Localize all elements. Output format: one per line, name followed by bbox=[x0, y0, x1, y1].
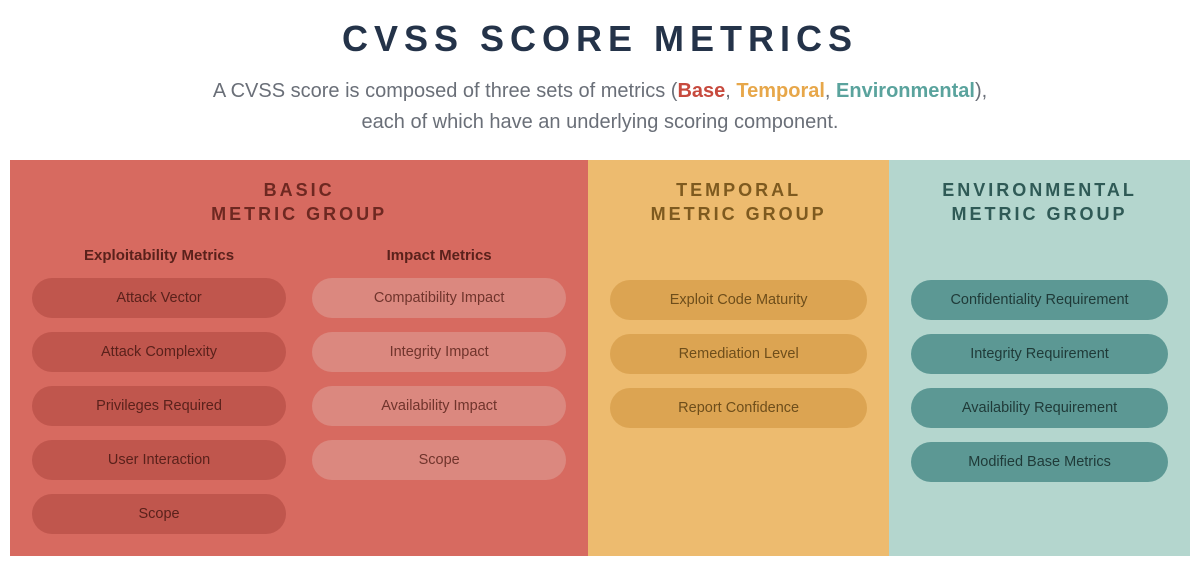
pill-remediation-level: Remediation Level bbox=[610, 334, 867, 374]
panel-environmental-heading-line1: ENVIRONMENTAL bbox=[942, 180, 1137, 200]
panel-temporal-heading-line1: TEMPORAL bbox=[676, 180, 801, 200]
panel-environmental-heading: ENVIRONMENTAL METRIC GROUP bbox=[911, 178, 1168, 227]
subtitle-post1: ), bbox=[975, 80, 987, 102]
panel-temporal-heading: TEMPORAL METRIC GROUP bbox=[610, 178, 867, 227]
subtitle-sep2: , bbox=[825, 80, 836, 102]
panel-basic-heading-line2: METRIC GROUP bbox=[211, 204, 387, 224]
pill-user-interaction: User Interaction bbox=[32, 440, 286, 480]
pill-modified-base-metrics: Modified Base Metrics bbox=[911, 442, 1168, 482]
subtitle-sep1: , bbox=[725, 80, 736, 102]
subtitle-word-temporal: Temporal bbox=[736, 80, 825, 102]
basic-col-impact: Impact Metrics Compatibility Impact Inte… bbox=[312, 247, 566, 534]
pill-exploit-code-maturity: Exploit Code Maturity bbox=[610, 280, 867, 320]
panel-basic-heading-line1: BASIC bbox=[264, 180, 335, 200]
pill-confidentiality-requirement: Confidentiality Requirement bbox=[911, 280, 1168, 320]
subtitle-word-environmental: Environmental bbox=[836, 80, 975, 102]
panel-temporal: TEMPORAL METRIC GROUP Exploit Code Matur… bbox=[588, 160, 889, 556]
panels-row: BASIC METRIC GROUP Exploitability Metric… bbox=[10, 160, 1190, 556]
panel-environmental-heading-line2: METRIC GROUP bbox=[952, 204, 1128, 224]
panel-environmental: ENVIRONMENTAL METRIC GROUP Confidentiali… bbox=[889, 160, 1190, 556]
pill-availability-impact: Availability Impact bbox=[312, 386, 566, 426]
pill-integrity-impact: Integrity Impact bbox=[312, 332, 566, 372]
pill-attack-vector: Attack Vector bbox=[32, 278, 286, 318]
pill-privileges-required: Privileges Required bbox=[32, 386, 286, 426]
pill-availability-requirement: Availability Requirement bbox=[911, 388, 1168, 428]
page-title: CVSS SCORE METRICS bbox=[10, 18, 1190, 60]
pill-scope-impact: Scope bbox=[312, 440, 566, 480]
pill-report-confidence: Report Confidence bbox=[610, 388, 867, 428]
pill-attack-complexity: Attack Complexity bbox=[32, 332, 286, 372]
pill-compatibility-impact: Compatibility Impact bbox=[312, 278, 566, 318]
basic-col-b-title: Impact Metrics bbox=[312, 247, 566, 264]
subtitle: A CVSS score is composed of three sets o… bbox=[90, 76, 1110, 138]
basic-col-exploitability: Exploitability Metrics Attack Vector Att… bbox=[32, 247, 286, 534]
panel-temporal-heading-line2: METRIC GROUP bbox=[651, 204, 827, 224]
panel-basic-heading: BASIC METRIC GROUP bbox=[32, 178, 566, 227]
subtitle-post2: each of which have an underlying scoring… bbox=[362, 111, 839, 133]
subtitle-word-base: Base bbox=[677, 80, 725, 102]
panel-basic: BASIC METRIC GROUP Exploitability Metric… bbox=[10, 160, 588, 556]
subtitle-pre: A CVSS score is composed of three sets o… bbox=[213, 80, 678, 102]
pill-scope-exploit: Scope bbox=[32, 494, 286, 534]
basic-col-a-title: Exploitability Metrics bbox=[32, 247, 286, 264]
pill-integrity-requirement: Integrity Requirement bbox=[911, 334, 1168, 374]
